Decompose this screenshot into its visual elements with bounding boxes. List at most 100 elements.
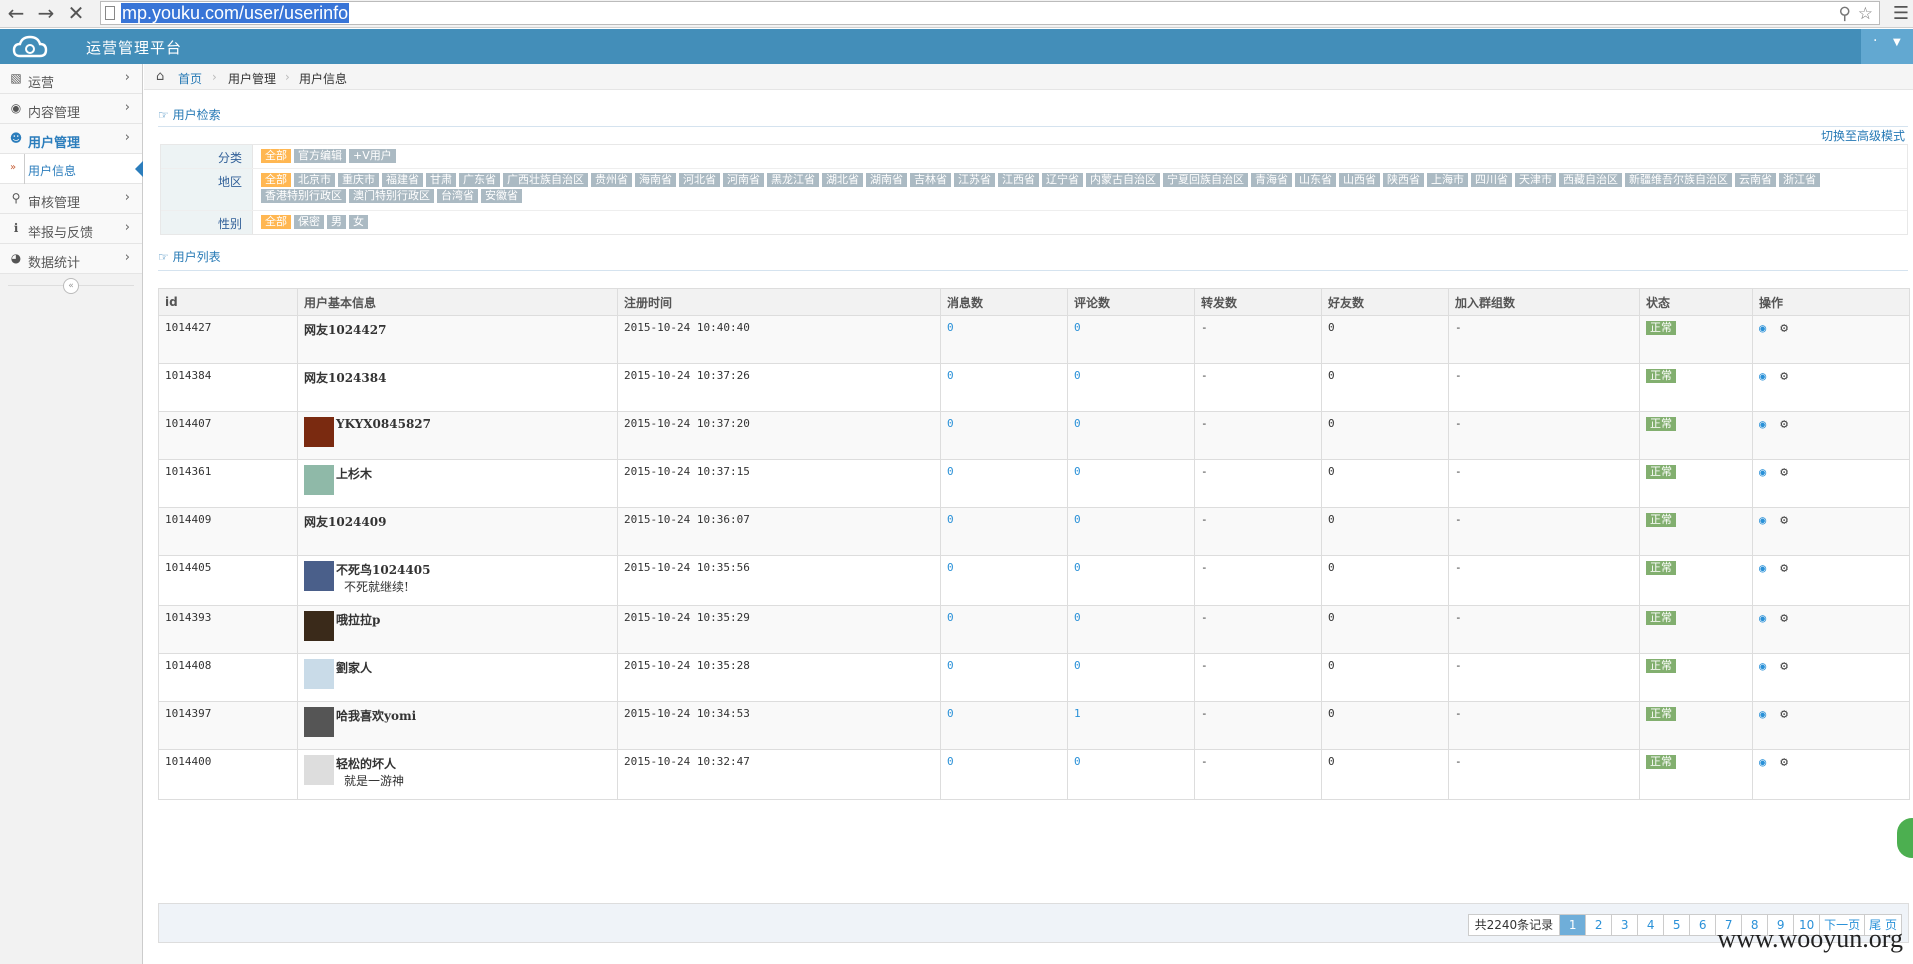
filter-tag[interactable]: 香港特别行政区 [261, 189, 346, 203]
user-name[interactable]: 哦拉拉p [336, 613, 380, 627]
filter-tag[interactable]: 辽宁省 [1042, 173, 1083, 187]
eye-icon[interactable]: ◉ [1759, 659, 1766, 673]
page-link[interactable]: 5 [1664, 914, 1691, 936]
filter-tag[interactable]: 湖南省 [866, 173, 907, 187]
filter-tag[interactable]: 台湾省 [437, 189, 478, 203]
filter-tag[interactable]: 海南省 [635, 173, 676, 187]
eye-icon[interactable]: ◉ [1759, 707, 1766, 721]
star-icon[interactable]: ☆ [1858, 4, 1873, 24]
eye-icon[interactable]: ◉ [1759, 611, 1766, 625]
filter-tag[interactable]: 贵州省 [591, 173, 632, 187]
filter-tag[interactable]: 四川省 [1471, 173, 1512, 187]
filter-tag[interactable]: 陕西省 [1383, 173, 1424, 187]
comment-count[interactable]: 0 [1067, 653, 1195, 702]
eye-icon[interactable]: ◉ [1759, 417, 1766, 431]
url-text[interactable]: mp.youku.com/user/userinfo [121, 3, 350, 23]
filter-tag[interactable]: 内蒙古自治区 [1086, 173, 1160, 187]
breadcrumb-home[interactable]: 首页 [178, 70, 202, 87]
eye-icon[interactable]: ◉ [1759, 561, 1766, 575]
gear-icon[interactable]: ⚙ [1780, 659, 1788, 674]
filter-tag[interactable]: 保密 [294, 215, 324, 229]
sidebar-item-report[interactable]: ℹ 举报与反馈 › [0, 214, 142, 244]
filter-tag[interactable]: 重庆市 [338, 173, 379, 187]
comment-count[interactable]: 1 [1067, 701, 1195, 750]
eye-icon[interactable]: ◉ [1759, 513, 1766, 527]
filter-tag[interactable]: 广东省 [459, 173, 500, 187]
user-menu[interactable]: · ▼ [1861, 29, 1913, 64]
gear-icon[interactable]: ⚙ [1780, 513, 1788, 528]
filter-tag[interactable]: 福建省 [382, 173, 423, 187]
sidebar-item-content[interactable]: ◉ 内容管理 › [0, 94, 142, 124]
filter-tag[interactable]: 山西省 [1339, 173, 1380, 187]
filter-tag[interactable]: 女 [349, 215, 368, 229]
comment-count[interactable]: 0 [1067, 749, 1195, 800]
filter-tag[interactable]: 西藏自治区 [1559, 173, 1622, 187]
comment-count[interactable]: 0 [1067, 411, 1195, 460]
eye-icon[interactable]: ◉ [1759, 321, 1766, 335]
gear-icon[interactable]: ⚙ [1780, 465, 1788, 480]
filter-tag[interactable]: 广西壮族自治区 [503, 173, 588, 187]
eye-icon[interactable]: ◉ [1759, 369, 1766, 383]
filter-tag[interactable]: 北京市 [294, 173, 335, 187]
filter-tag[interactable]: 浙江省 [1779, 173, 1820, 187]
gear-icon[interactable]: ⚙ [1780, 321, 1788, 336]
filter-tag[interactable]: 男 [327, 215, 346, 229]
filter-tag[interactable]: 江西省 [998, 173, 1039, 187]
message-count[interactable]: 0 [940, 653, 1068, 702]
page-link[interactable]: 1 [1560, 914, 1587, 936]
floating-widget[interactable] [1897, 818, 1913, 858]
message-count[interactable]: 0 [940, 411, 1068, 460]
gear-icon[interactable]: ⚙ [1780, 417, 1788, 432]
message-count[interactable]: 0 [940, 459, 1068, 508]
comment-count[interactable]: 0 [1067, 507, 1195, 556]
page-link[interactable]: 6 [1690, 914, 1717, 936]
filter-tag[interactable]: 上海市 [1427, 173, 1468, 187]
filter-tag[interactable]: 甘肃 [426, 173, 456, 187]
page-link[interactable]: 2 [1586, 914, 1613, 936]
gear-icon[interactable]: ⚙ [1780, 707, 1788, 722]
filter-tag[interactable]: 官方编辑 [294, 149, 346, 163]
user-name[interactable]: 网友1024384 [304, 371, 386, 385]
advanced-mode-link[interactable]: 切换至高级模式 [1821, 127, 1905, 144]
sidebar-item-review[interactable]: ⚲ 审核管理 › [0, 184, 142, 214]
message-count[interactable]: 0 [940, 701, 1068, 750]
filter-tag[interactable]: 全部 [261, 149, 291, 163]
page-link[interactable]: 3 [1612, 914, 1639, 936]
gear-icon[interactable]: ⚙ [1780, 755, 1788, 770]
gear-icon[interactable]: ⚙ [1780, 369, 1788, 384]
message-count[interactable]: 0 [940, 749, 1068, 800]
filter-tag[interactable]: 山东省 [1295, 173, 1336, 187]
comment-count[interactable]: 0 [1067, 459, 1195, 508]
filter-tag[interactable]: 云南省 [1735, 173, 1776, 187]
sidebar-item-users[interactable]: ☻ 用户管理 › [0, 124, 142, 154]
user-name[interactable]: YKYX0845827 [336, 417, 431, 431]
zoom-icon[interactable]: ⚲ [1839, 4, 1851, 24]
sidebar-subitem-user-info[interactable]: » 用户信息 [0, 154, 143, 184]
filter-tag[interactable]: 黑龙江省 [767, 173, 819, 187]
comment-count[interactable]: 0 [1067, 555, 1195, 606]
eye-icon[interactable]: ◉ [1759, 465, 1766, 479]
filter-tag[interactable]: 江苏省 [954, 173, 995, 187]
filter-tag[interactable]: 河南省 [723, 173, 764, 187]
filter-tag[interactable]: 湖北省 [822, 173, 863, 187]
menu-icon[interactable]: ☰ [1893, 3, 1909, 24]
user-name[interactable]: 网友1024409 [304, 515, 386, 529]
address-bar[interactable]: mp.youku.com/user/userinfo ⚲ ☆ [100, 1, 1880, 25]
user-name[interactable]: 上杉木 [336, 467, 372, 481]
message-count[interactable]: 0 [940, 315, 1068, 364]
back-icon[interactable]: ← [4, 1, 28, 25]
comment-count[interactable]: 0 [1067, 363, 1195, 412]
user-name[interactable]: 网友1024427 [304, 323, 386, 337]
comment-count[interactable]: 0 [1067, 605, 1195, 654]
message-count[interactable]: 0 [940, 507, 1068, 556]
eye-icon[interactable]: ◉ [1759, 755, 1766, 769]
filter-tag[interactable]: 青海省 [1251, 173, 1292, 187]
sidebar-item-stats[interactable]: ◕ 数据统计 › [0, 244, 142, 274]
user-name[interactable]: 轻松的坏人 [336, 757, 396, 771]
user-name[interactable]: 哈我喜欢yomi [336, 709, 416, 723]
filter-tag[interactable]: 吉林省 [910, 173, 951, 187]
filter-tag[interactable]: 新疆维吾尔族自治区 [1625, 173, 1732, 187]
filter-tag[interactable]: 天津市 [1515, 173, 1556, 187]
message-count[interactable]: 0 [940, 605, 1068, 654]
message-count[interactable]: 0 [940, 363, 1068, 412]
